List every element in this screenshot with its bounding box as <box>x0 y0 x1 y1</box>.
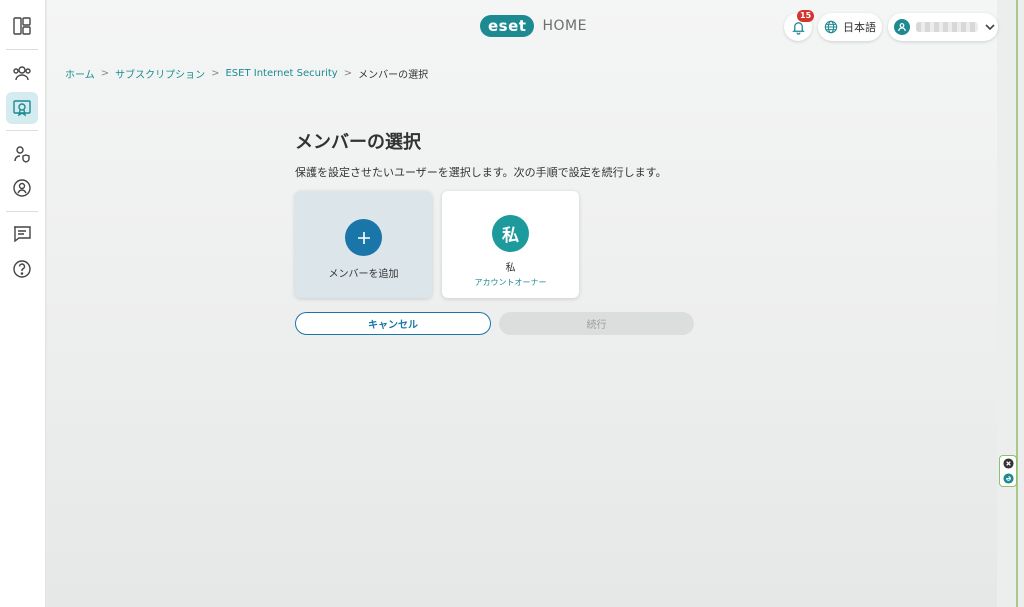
user-name-redacted <box>916 22 978 32</box>
extension-e-icon[interactable] <box>1002 473 1014 484</box>
user-menu[interactable] <box>888 13 998 41</box>
sidebar-divider <box>6 211 38 212</box>
add-member-circle <box>345 219 382 256</box>
sidebar-divider <box>6 49 38 50</box>
sidebar-item-user-protection[interactable] <box>6 138 38 170</box>
close-icon[interactable] <box>1002 458 1014 469</box>
language-selector[interactable]: 日本語 <box>818 13 882 41</box>
member-name: 私 <box>505 263 516 274</box>
side-widget[interactable] <box>999 455 1017 487</box>
dashboard-icon <box>13 17 31 35</box>
breadcrumb-product[interactable]: ESET Internet Security <box>225 68 337 79</box>
breadcrumb-home[interactable]: ホーム <box>65 66 95 81</box>
globe-icon <box>824 20 838 34</box>
sidebar-item-help[interactable] <box>6 253 38 285</box>
eset-logo: eset <box>480 15 535 37</box>
family-icon <box>13 179 31 197</box>
page-subtitle: 保護を設定させたいユーザーを選択します。次の手順で設定を続行します。 <box>295 166 667 179</box>
subscription-icon <box>13 100 31 117</box>
logo-product: HOME <box>542 18 587 34</box>
breadcrumb-separator-icon: > <box>211 67 220 79</box>
add-member-card[interactable]: メンバーを追加 <box>295 191 432 298</box>
add-member-label: メンバーを追加 <box>328 269 399 280</box>
message-icon <box>14 226 31 243</box>
sidebar-item-messages[interactable] <box>6 218 38 250</box>
continue-button[interactable]: 続行 <box>499 312 694 335</box>
right-edge <box>997 0 1024 607</box>
notifications-button[interactable]: 15 <box>784 10 815 41</box>
plus-icon <box>357 231 370 244</box>
sidebar-item-family[interactable] <box>6 172 38 204</box>
user-shield-icon <box>14 146 30 163</box>
sidebar-divider <box>6 130 38 131</box>
language-label: 日本語 <box>843 21 876 34</box>
avatar <box>894 19 910 35</box>
breadcrumb: ホーム > サブスクリプション > ESET Internet Security… <box>65 66 429 81</box>
breadcrumb-separator-icon: > <box>100 67 110 79</box>
help-icon <box>13 260 31 278</box>
user-icon <box>898 23 906 32</box>
main-content <box>47 0 997 607</box>
breadcrumb-current: メンバーの選択 <box>358 69 429 81</box>
app-logo[interactable]: eset HOME <box>480 14 587 38</box>
cancel-button[interactable]: キャンセル <box>295 312 491 335</box>
notification-badge: 15 <box>797 10 815 22</box>
sidebar <box>0 0 46 607</box>
breadcrumb-subscriptions[interactable]: サブスクリプション <box>115 66 205 81</box>
member-avatar: 私 <box>492 215 529 252</box>
breadcrumb-separator-icon: > <box>343 67 353 79</box>
sidebar-item-people[interactable] <box>6 57 38 89</box>
member-card-me[interactable]: 私 私 アカウントオーナー <box>442 191 579 298</box>
chevron-down-icon <box>984 18 996 37</box>
sidebar-item-dashboard[interactable] <box>6 10 38 42</box>
member-role: アカウントオーナー <box>474 278 547 287</box>
page-title: メンバーの選択 <box>295 132 421 153</box>
people-icon <box>13 66 31 81</box>
sidebar-item-subscriptions[interactable] <box>6 92 38 124</box>
